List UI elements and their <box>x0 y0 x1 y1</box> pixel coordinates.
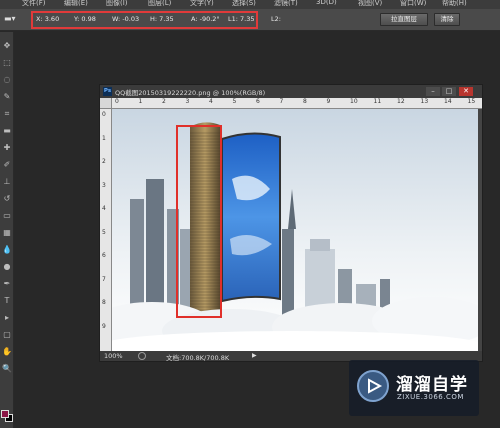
menu-item[interactable]: 文件(F) <box>22 0 46 8</box>
menu-item[interactable]: 图层(L) <box>148 0 171 8</box>
shape-tool-icon[interactable]: ▢ <box>1 329 13 340</box>
path-select-tool-icon[interactable]: ▸ <box>1 312 13 323</box>
maximize-icon[interactable]: □ <box>442 87 456 96</box>
vertical-scrollbar[interactable] <box>478 109 482 351</box>
ruler-tick-label: 6 <box>256 98 260 105</box>
tools-panel: ✥ ⬚ ◌ ✎ ⌗ ▬ ✚ ✐ ⊥ ↺ ▭ ▦ 💧 ● ✒ T ▸ ▢ ✋ 🔍 <box>0 32 14 428</box>
ruler-origin[interactable] <box>100 98 112 109</box>
ruler-tick-label: 14 <box>444 98 452 105</box>
ruler-tick-label: 0 <box>102 111 106 118</box>
menu-item[interactable]: 编辑(E) <box>64 0 88 8</box>
ruler-tick-label: 8 <box>102 299 106 306</box>
city-skyline-image <box>112 109 478 351</box>
options-bar: ▬▾ X: 3.60 Y: 0.98 W: -0.03 H: 7.35 A: -90.2… <box>0 9 500 31</box>
readout-h: H: 7.35 <box>150 15 174 23</box>
minimize-icon[interactable]: – <box>426 87 440 96</box>
ruler-tick-label: 9 <box>326 98 331 105</box>
readout-y: Y: 0.98 <box>74 15 96 23</box>
vertical-ruler[interactable]: 0 1 2 3 4 5 6 7 8 9 <box>100 109 112 351</box>
ruler-tick-label: 1 <box>102 134 106 142</box>
blur-tool-icon[interactable]: 💧 <box>1 244 13 255</box>
ruler-tick-label: 3 <box>102 181 106 189</box>
lasso-tool-icon[interactable]: ◌ <box>1 74 13 85</box>
menu-item[interactable]: 选择(S) <box>232 0 256 8</box>
readout-l1: L1: 7.35 <box>228 15 255 23</box>
photoshop-icon: Ps <box>103 87 112 96</box>
play-logo-icon <box>357 370 389 402</box>
ruler-tick-label: 7 <box>279 98 284 105</box>
history-brush-tool-icon[interactable]: ↺ <box>1 193 13 204</box>
ruler-tick-label: 3 <box>185 98 190 105</box>
ruler-tick-label: 2 <box>102 158 106 165</box>
ruler-tick-label: 2 <box>162 98 166 105</box>
gradient-tool-icon[interactable]: ▦ <box>1 227 13 238</box>
ruler-tick-label: 15 <box>467 98 476 105</box>
document-window: Ps QQ截图20150319222220.png @ 100%(RGB/8) … <box>99 84 483 362</box>
close-icon[interactable]: ✕ <box>459 87 473 96</box>
image-canvas[interactable] <box>112 109 478 351</box>
watermark: 溜溜自学 ZIXUE.3066.COM <box>349 360 479 416</box>
status-menu-arrow-icon[interactable]: ▶ <box>252 352 257 359</box>
foreground-color-swatch[interactable] <box>1 410 9 418</box>
zoom-level[interactable]: 100% <box>104 352 123 360</box>
straighten-layer-button[interactable]: 拉直图层 <box>380 13 428 26</box>
dodge-tool-icon[interactable]: ● <box>1 261 13 272</box>
pen-tool-icon[interactable]: ✒ <box>1 278 13 289</box>
menu-item[interactable]: 3D(D) <box>316 0 337 6</box>
ruler-tick-label: 5 <box>102 228 106 236</box>
readout-x: X: 3.60 <box>36 15 60 23</box>
readout-w: W: -0.03 <box>112 15 140 23</box>
horizontal-ruler[interactable]: 0 1 2 3 4 5 6 7 8 9 10 11 12 13 14 15 <box>112 98 482 109</box>
ruler-tick-label: 13 <box>420 98 429 105</box>
ruler-tick-label: 12 <box>397 98 405 105</box>
ruler-tick-label: 1 <box>138 98 143 105</box>
ruler-tick-label: 9 <box>102 322 106 330</box>
watermark-brand: 溜溜自学 <box>396 375 468 395</box>
l2-readout: L2: <box>271 15 281 23</box>
tower-highlight-box <box>176 125 222 318</box>
ruler-tick-label: 4 <box>209 98 213 105</box>
hand-tool-icon[interactable]: ✋ <box>1 346 13 357</box>
marquee-tool-icon[interactable]: ⬚ <box>1 57 13 68</box>
ruler-tick-label: 7 <box>102 275 106 283</box>
quick-select-tool-icon[interactable]: ✎ <box>1 91 13 102</box>
ruler-tick-label: 10 <box>350 98 358 105</box>
ruler-tick-label: 8 <box>303 98 307 105</box>
menu-bar: 文件(F) 编辑(E) 图像(I) 图层(L) 文字(Y) 选择(S) 滤镜(T) 3D(D)… <box>0 0 500 9</box>
clone-stamp-tool-icon[interactable]: ⊥ <box>1 176 13 187</box>
document-title: QQ截图20150319222220.png @ 100%(RGB/8) <box>115 89 266 97</box>
ruler-tick-label: 11 <box>373 98 382 105</box>
menu-item[interactable]: 帮助(H) <box>442 0 467 8</box>
ruler-tick-label: 6 <box>102 252 106 259</box>
brush-tool-icon[interactable]: ✐ <box>1 159 13 170</box>
menu-item[interactable]: 图像(I) <box>106 0 128 8</box>
measurement-readout-highlight <box>31 11 258 29</box>
healing-brush-tool-icon[interactable]: ✚ <box>1 142 13 153</box>
eraser-tool-icon[interactable]: ▭ <box>1 210 13 221</box>
menu-item[interactable]: 窗口(W) <box>400 0 426 8</box>
ruler-tool-icon[interactable]: ▬ <box>1 125 13 136</box>
document-size: 文档:700.8K/700.8K <box>166 354 230 362</box>
document-title-bar[interactable]: Ps QQ截图20150319222220.png @ 100%(RGB/8) … <box>100 85 482 98</box>
readout-a: A: -90.2° <box>191 15 220 23</box>
ruler-tick-label: 5 <box>232 98 237 105</box>
type-tool-icon[interactable]: T <box>1 295 13 306</box>
ruler-tick-label: 4 <box>102 205 106 212</box>
crop-tool-icon[interactable]: ⌗ <box>1 108 13 119</box>
menu-item[interactable]: 文字(Y) <box>190 0 214 8</box>
move-tool-icon[interactable]: ✥ <box>1 40 13 51</box>
ruler-tick-label: 0 <box>115 98 119 105</box>
ruler-tool-icon[interactable]: ▬▾ <box>4 14 22 24</box>
zoom-tool-icon[interactable]: 🔍 <box>1 363 13 374</box>
menu-item[interactable]: 滤镜(T) <box>274 0 298 8</box>
status-info-icon[interactable] <box>138 352 146 360</box>
watermark-url: ZIXUE.3066.COM <box>397 393 464 401</box>
clear-button[interactable]: 清除 <box>434 13 460 26</box>
menu-item[interactable]: 视图(V) <box>358 0 382 8</box>
